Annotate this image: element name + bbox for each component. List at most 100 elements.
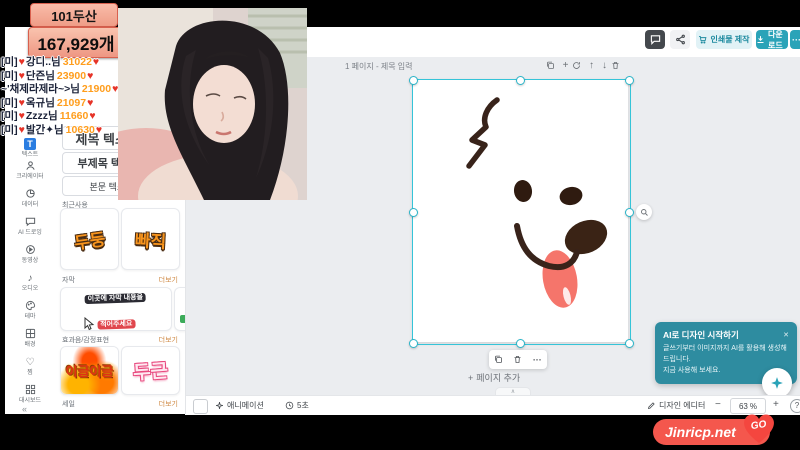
rail-item-creator[interactable]: 크리에이터: [5, 160, 55, 186]
rail-item-audio[interactable]: ♪ 오디오: [5, 272, 55, 298]
rail-label: 동영상: [7, 257, 53, 264]
animation-label: 애니메이션: [227, 400, 264, 411]
sticker-dugeun[interactable]: 두근: [121, 346, 180, 395]
rail-label: 테마: [7, 313, 53, 320]
more-icon: ···: [792, 35, 800, 45]
webcam-overlay: [118, 8, 307, 200]
share-icon: [675, 34, 686, 45]
move-down-icon[interactable]: ↓: [598, 60, 611, 71]
rail-label: AI 드로잉: [7, 229, 53, 236]
design-editor-toggle[interactable]: 디자인 에디터: [647, 396, 705, 415]
zoom-in-button[interactable]: +: [773, 399, 779, 410]
rotate-page-icon[interactable]: [572, 61, 585, 70]
tooltip-title: AI로 디자인 시작하기: [663, 329, 739, 341]
zoom-percent-sign: %: [750, 402, 757, 411]
duplicate-page-icon[interactable]: [546, 61, 559, 70]
move-up-icon[interactable]: ↑: [585, 60, 598, 71]
duration-label: 5초: [297, 400, 309, 411]
watermark-go: GO: [750, 419, 767, 432]
download-label: 다운로드: [768, 29, 788, 51]
heart-icon: ♥: [19, 56, 25, 68]
heart-icon: ♥: [19, 110, 25, 122]
watermark-pill: Jinricp.net GO: [653, 419, 770, 445]
delete-page-icon[interactable]: [611, 61, 624, 70]
text-tool-icon: T: [24, 138, 36, 150]
sticker-fire[interactable]: 이글이글: [60, 346, 119, 395]
screenshot-root: 인쇄물 제작 다운로드 ··· 1 페이지 - 제목 입력 + ↑ ↓: [0, 0, 800, 450]
zoom-to-fit-button[interactable]: [636, 204, 652, 220]
rail-item-video[interactable]: 동영상: [5, 244, 55, 270]
rail-label: 데이터: [7, 201, 53, 208]
caption-text-dark: 이곳에 자막 내용을: [85, 293, 147, 304]
animation-button[interactable]: 애니메이션: [215, 396, 264, 415]
dog-right-eye: [558, 185, 584, 207]
heart-icon: ♥: [87, 97, 93, 109]
rail-item-ai-drawing[interactable]: AI 드로잉: [5, 216, 55, 242]
page-thumb-checkbox[interactable]: [193, 399, 208, 414]
streamer-portrait: [118, 8, 307, 200]
heart-icon: ♥: [87, 70, 93, 82]
copy-icon[interactable]: [494, 355, 503, 364]
rail-item-dashboard[interactable]: 대시보드: [5, 384, 55, 410]
heart-icon: ♡: [26, 357, 35, 368]
cart-icon: [698, 35, 707, 44]
rail-label: 텍스트: [7, 151, 53, 158]
header-more-button[interactable]: ···: [790, 30, 800, 49]
comment-button[interactable]: [645, 30, 665, 49]
heart-icon: ♥: [19, 97, 25, 109]
question-icon: ?: [795, 401, 799, 410]
add-page-button[interactable]: + 페이지 추가: [468, 371, 520, 384]
ai-assistant-fab[interactable]: [762, 368, 792, 398]
heart-icon: ♥: [19, 124, 25, 136]
caption-more-link[interactable]: 더보기: [159, 275, 178, 285]
tooltip-body-2: 지금 사용해 보세요.: [663, 367, 720, 374]
rail-item-data[interactable]: 데이터: [5, 188, 55, 214]
ai-sparkle-icon: [770, 376, 784, 390]
rail-item-theme[interactable]: 테마: [5, 300, 55, 326]
section-sale: 세일 더보기: [62, 399, 178, 409]
dog-ear: [469, 100, 497, 166]
sale-more-link[interactable]: 더보기: [159, 399, 178, 409]
rank-badge: 101두산: [30, 3, 118, 27]
print-production-button[interactable]: 인쇄물 제작: [696, 30, 752, 49]
dog-face-illustration[interactable]: [413, 80, 628, 342]
rail-item-favorites[interactable]: ♡ 찜: [5, 356, 55, 382]
sticker-bbajik[interactable]: 빠직: [121, 208, 180, 270]
zoom-value: 63: [739, 402, 748, 411]
watermark-heart: GO: [740, 411, 778, 445]
add-page-icon[interactable]: +: [559, 60, 572, 71]
rail-item-background[interactable]: 배경: [5, 328, 55, 354]
section-sfx: 효과음/감정표현 더보기: [62, 335, 178, 345]
rail-label: 대시보드: [7, 397, 53, 404]
download-icon: [756, 35, 765, 44]
clock-icon: [285, 401, 294, 410]
rail-collapse-button[interactable]: «: [22, 404, 27, 414]
heart-icon: ♥: [89, 110, 95, 122]
sticker-dudung[interactable]: 두둥: [60, 208, 119, 270]
share-button[interactable]: [670, 30, 690, 49]
rail-label: 배경: [7, 341, 53, 348]
tooltip-close-icon[interactable]: ✕: [783, 331, 789, 339]
caption-template[interactable]: 이곳에 자막 내용을 적어주세요: [60, 287, 172, 331]
duration-button[interactable]: 5초: [285, 396, 309, 415]
zoom-out-button[interactable]: −: [715, 399, 721, 410]
rail-label: 크리에이터: [7, 173, 53, 180]
dog-nose: [559, 213, 612, 260]
watermark-site: Jinricp.net: [665, 424, 736, 440]
artboard-page-1[interactable]: [413, 80, 628, 342]
help-button[interactable]: ?: [790, 399, 800, 413]
add-page-label: 페이지 추가: [476, 371, 520, 384]
caption-template-partial[interactable]: [174, 287, 186, 331]
caption-text-red: 적어주세요: [97, 319, 135, 329]
sfx-more-link[interactable]: 더보기: [159, 335, 178, 345]
page-title[interactable]: 1 페이지 - 제목 입력: [345, 61, 413, 72]
download-button[interactable]: 다운로드: [756, 30, 788, 49]
section-caption-label: 자막: [62, 275, 75, 285]
green-icon: [180, 315, 186, 323]
magnifier-icon: [640, 208, 649, 217]
page-more-icon[interactable]: ···: [533, 355, 542, 365]
dog-left-eye: [513, 179, 534, 203]
trash-icon[interactable]: [513, 355, 522, 364]
rail-label: 오디오: [7, 285, 53, 292]
rail-label: 찜: [7, 369, 53, 376]
